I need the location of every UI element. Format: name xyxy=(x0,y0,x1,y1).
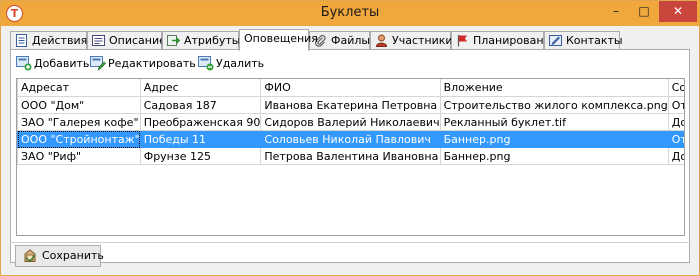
tab-label: Файлы xyxy=(331,34,371,47)
column-header[interactable]: Адрес xyxy=(140,79,262,97)
tab-contacts[interactable]: Контакты xyxy=(544,31,623,50)
notifications-grid[interactable]: Адресат Адрес ФИО Вложение Состояние ООО… xyxy=(16,78,685,236)
tab-planning[interactable]: Планирование xyxy=(451,31,557,50)
bottom-divider xyxy=(10,242,690,243)
tab-actions[interactable]: Действия xyxy=(10,31,87,50)
table-row[interactable]: ЗАО "Галерея кофе" Преображенская 90 Сид… xyxy=(17,113,684,131)
cell-recipient[interactable]: ЗАО "Галерея кофе" xyxy=(17,113,141,131)
cell-status[interactable]: Доставлено xyxy=(668,147,684,165)
table-header-row: Адресат Адрес ФИО Вложение Состояние xyxy=(17,79,684,97)
table-row[interactable]: ЗАО "Риф" Фрунзе 125 Петрова Валентина И… xyxy=(17,147,684,165)
delete-button[interactable]: Удалить xyxy=(198,54,264,74)
delete-document-icon xyxy=(198,56,214,71)
tab-attributes[interactable]: Атрибуты xyxy=(162,31,241,50)
column-header[interactable]: Адресат xyxy=(17,79,141,97)
cell-full-name[interactable]: Сидоров Валерий Николаевич xyxy=(260,113,441,131)
tab-label: Контакты xyxy=(566,34,623,47)
minimize-button[interactable]: – xyxy=(602,1,630,22)
notifications-table: Адресат Адрес ФИО Вложение Состояние ООО… xyxy=(17,79,684,165)
table-row[interactable]: ООО "Дом" Садовая 187 Иванова Екатерина … xyxy=(17,96,684,114)
cell-full-name[interactable]: Петрова Валентина Ивановна xyxy=(260,147,441,165)
cell-status[interactable]: Доставлено xyxy=(668,113,684,131)
tab-description[interactable]: Описание xyxy=(87,31,166,50)
cell-recipient[interactable]: ЗАО "Риф" xyxy=(17,147,141,165)
tab-label: Участники xyxy=(392,34,453,47)
notifications-panel: Добавить Редактировать Удалить Адресат А… xyxy=(10,49,690,263)
tab-label: Действия xyxy=(32,34,88,47)
cell-full-name[interactable]: Соловьев Николай Павлович xyxy=(260,130,441,148)
tab-notifications[interactable]: Оповещения xyxy=(239,29,318,51)
column-header[interactable]: ФИО xyxy=(260,79,441,97)
cell-address[interactable]: Преображенская 90 xyxy=(140,113,262,131)
edit-button[interactable]: Редактировать xyxy=(90,54,196,74)
app-window: T Буклеты – □ ✕ Действия Описание Атрибу… xyxy=(0,0,700,276)
cell-address[interactable]: Победы 11 xyxy=(140,130,262,148)
attributes-arrow-icon xyxy=(167,34,180,46)
cell-status[interactable]: Отправлено xyxy=(668,130,684,148)
maximize-button[interactable]: □ xyxy=(630,1,658,22)
tab-files[interactable]: Файлы xyxy=(309,31,370,50)
close-button[interactable]: ✕ xyxy=(659,1,697,22)
cell-status[interactable]: Отправлено xyxy=(668,96,684,114)
save-button[interactable]: Сохранить xyxy=(15,245,104,267)
cell-attachment[interactable]: Рекланный буклет.tif xyxy=(440,113,669,131)
table-row-selected[interactable]: ООО "Стройнонтаж" Победы 11 Соловьев Ник… xyxy=(17,130,684,148)
description-icon xyxy=(92,34,105,46)
person-icon xyxy=(375,34,388,47)
flag-icon xyxy=(457,34,467,46)
window-client-area: Действия Описание Атрибуты Оповещения Фа… xyxy=(1,26,699,275)
column-header[interactable]: Состояние xyxy=(668,79,684,97)
cell-recipient[interactable]: ООО "Дом" xyxy=(17,96,141,114)
edit-document-icon xyxy=(90,56,106,71)
window-title: Буклеты xyxy=(320,5,380,20)
add-button[interactable]: Добавить xyxy=(16,54,89,74)
cell-attachment[interactable]: Баннер.png xyxy=(440,130,669,148)
column-header[interactable]: Вложение xyxy=(440,79,669,97)
tab-label: Атрибуты xyxy=(184,34,241,47)
cell-address[interactable]: Фрунзе 125 xyxy=(140,147,262,165)
document-list-icon xyxy=(16,33,27,47)
tab-participants[interactable]: Участники xyxy=(370,31,453,50)
contacts-icon xyxy=(549,34,562,46)
tab-label: Оповещения xyxy=(244,32,318,45)
title-bar[interactable]: T Буклеты – □ ✕ xyxy=(1,1,699,26)
cell-attachment[interactable]: Строительство жилого комплекса.png xyxy=(440,96,669,114)
tab-label: Описание xyxy=(109,34,166,47)
add-document-icon xyxy=(16,56,32,71)
cell-full-name[interactable]: Иванова Екатерина Петровна xyxy=(260,96,441,114)
cell-address[interactable]: Садовая 187 xyxy=(140,96,262,114)
cell-attachment[interactable]: Баннер.png xyxy=(440,147,669,165)
save-icon xyxy=(24,249,36,262)
cell-recipient[interactable]: ООО "Стройнонтаж" xyxy=(17,130,141,148)
